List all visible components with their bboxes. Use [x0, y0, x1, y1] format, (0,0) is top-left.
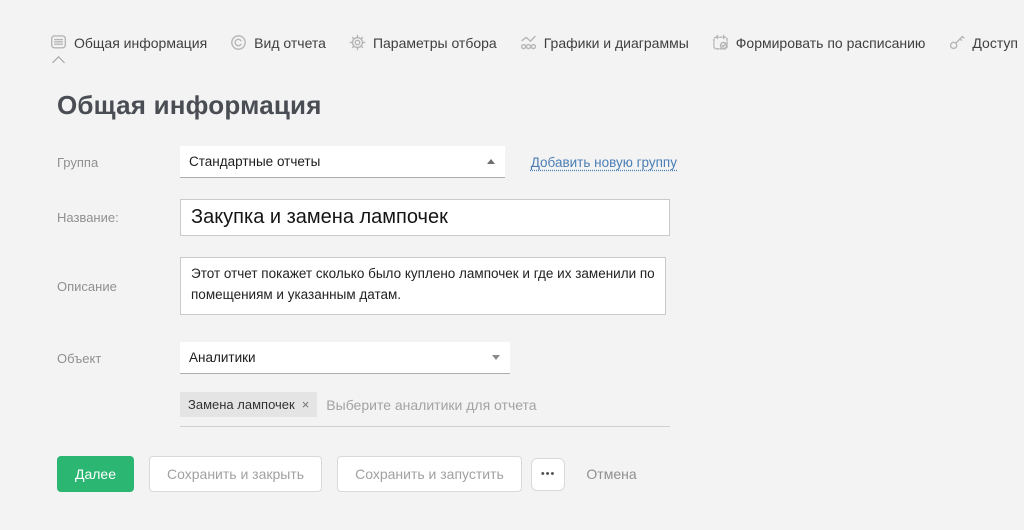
gear-icon: [349, 34, 366, 51]
analytics-tag-chip: Замена лампочек ×: [180, 392, 318, 417]
more-actions-button[interactable]: •••: [530, 457, 566, 491]
analytics-tag-input[interactable]: Замена лампочек ×: [180, 389, 670, 427]
report-name-input[interactable]: [180, 199, 670, 236]
save-close-button[interactable]: Сохранить и закрыть: [149, 456, 323, 492]
tab-label: Графики и диаграммы: [543, 34, 689, 51]
analytics-search-input[interactable]: [326, 396, 670, 413]
tab-label: Доступ: [972, 34, 1018, 51]
general-info-form: Группа Стандартные отчеты Добавить новую…: [57, 146, 677, 427]
tab-label: Общая информация: [74, 34, 208, 51]
report-view-icon: [230, 34, 247, 51]
description-row: Описание Этот отчет покажет сколько было…: [57, 257, 677, 315]
object-label: Объект: [57, 350, 102, 366]
chevron-up-icon: [486, 159, 495, 164]
name-label: Название:: [57, 210, 119, 225]
description-textarea[interactable]: Этот отчет покажет сколько было куплено …: [180, 257, 666, 315]
tab-charts[interactable]: Графики и диаграммы: [520, 34, 689, 51]
description-label: Описание: [57, 279, 117, 294]
tab-selection-params[interactable]: Параметры отбора: [349, 34, 497, 51]
tab-label: Параметры отбора: [372, 34, 497, 51]
object-select-value: Аналитики: [189, 350, 256, 365]
tab-bar: Общая информация Вид отчета Параметры от…: [50, 34, 1018, 69]
tab-label: Вид отчета: [254, 34, 326, 51]
group-label: Группа: [57, 154, 99, 170]
page-title: Общая информация: [57, 90, 322, 120]
tab-report-view[interactable]: Вид отчета: [230, 34, 326, 51]
remove-tag-icon[interactable]: ×: [302, 397, 310, 412]
chevron-down-icon: [492, 355, 500, 360]
tab-access[interactable]: Доступ: [948, 34, 1018, 51]
cancel-link[interactable]: Отмена: [586, 466, 636, 482]
group-row: Группа Стандартные отчеты Добавить новую…: [57, 146, 677, 178]
add-group-link[interactable]: Добавить новую группу: [531, 155, 677, 170]
chart-icon: [520, 34, 537, 51]
group-select-value: Стандартные отчеты: [189, 154, 321, 169]
key-icon: [948, 34, 966, 51]
active-tab-indicator: [52, 56, 65, 69]
group-select[interactable]: Стандартные отчеты: [180, 146, 505, 178]
object-row: Объект Аналитики: [57, 342, 677, 374]
object-select[interactable]: Аналитики: [180, 342, 510, 374]
action-bar: Далее Сохранить и закрыть Сохранить и за…: [57, 456, 637, 492]
name-row: Название:: [57, 199, 677, 236]
tag-label: Замена лампочек: [188, 397, 295, 412]
save-run-button[interactable]: Сохранить и запустить: [337, 456, 522, 492]
tab-general-info[interactable]: Общая информация: [50, 34, 208, 69]
document-lines-icon: [50, 34, 67, 51]
next-button[interactable]: Далее: [57, 456, 135, 492]
tab-label: Формировать по расписанию: [735, 34, 926, 51]
tab-schedule[interactable]: Формировать по расписанию: [712, 34, 926, 51]
schedule-calendar-icon: [712, 34, 729, 51]
